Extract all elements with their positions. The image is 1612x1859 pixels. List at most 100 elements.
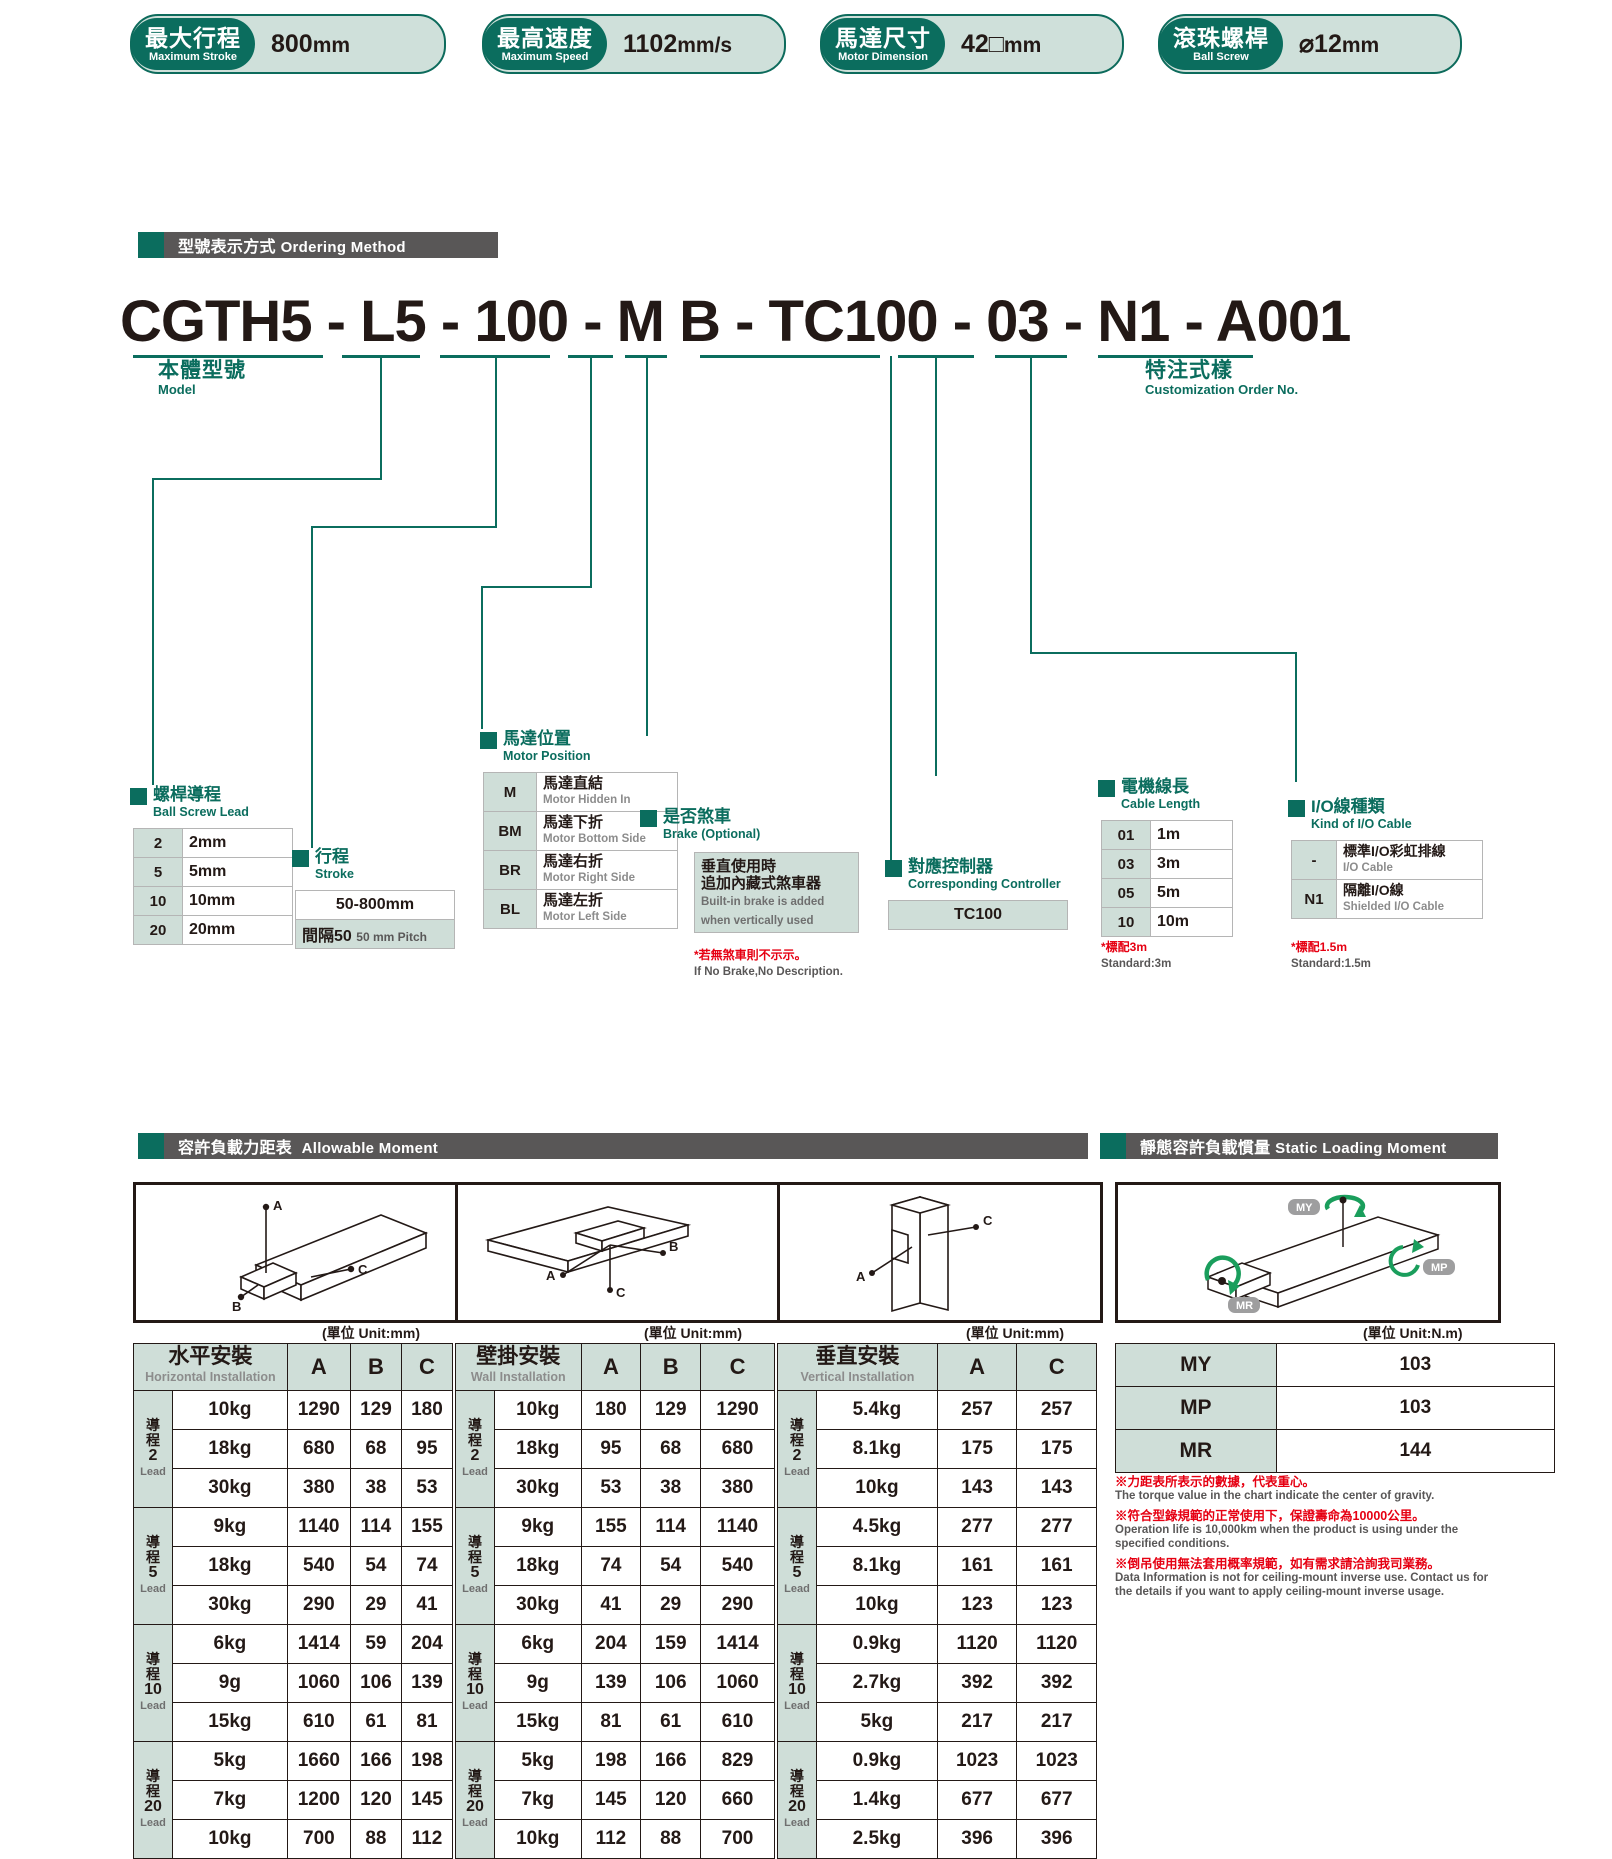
code-underline-model: [133, 355, 323, 358]
option-row: 10 10m: [1101, 907, 1233, 937]
moment-value: 161: [936, 1546, 1018, 1586]
load-weight: 30kg: [494, 1585, 582, 1625]
badge-cn-label: 滾珠螺桿: [1173, 24, 1269, 51]
lead-group-label: 導程 20 Lead: [455, 1741, 495, 1859]
table-row: 7kg 145 120 660: [456, 1780, 775, 1820]
moment-value: 106: [640, 1663, 702, 1703]
option-value: 5m: [1150, 878, 1233, 908]
unit-label-horizontal: (單位 Unit:mm): [322, 1325, 420, 1341]
table-column-header: C: [1016, 1343, 1097, 1391]
moment-value: 139: [400, 1663, 454, 1703]
badge-value: ⌀12mm: [1299, 30, 1380, 58]
table-row: MR 144: [1115, 1429, 1556, 1473]
option-row: BR 馬達右折 Motor Right Side: [483, 850, 678, 890]
moment-value: 392: [1016, 1663, 1097, 1703]
section-title-allowable: 容許負載力距表 Allowable Moment: [178, 1140, 439, 1157]
option-key: 05: [1101, 878, 1151, 908]
brake-note-gray: If No Brake,No Description.: [694, 966, 843, 978]
moment-value: 166: [640, 1741, 702, 1781]
load-weight: 10kg: [494, 1390, 582, 1430]
lead-group-label: 導程 10 Lead: [777, 1624, 817, 1742]
load-weight: 30kg: [172, 1468, 288, 1508]
leader-line-stroke-v2: [311, 526, 313, 848]
table-row: 2.7kg 392 392: [778, 1663, 1097, 1703]
io-note-red: *標配1.5m: [1291, 940, 1348, 954]
moment-value: 54: [640, 1546, 702, 1586]
load-weight: 18kg: [172, 1546, 288, 1586]
label-customization-en: Customization Order No.: [1145, 382, 1299, 397]
table-row: 導程 10 Lead 6kg 1414 59 204: [133, 1624, 454, 1742]
table-header-title: 垂直安裝 Vertical Installation: [777, 1343, 938, 1391]
tag-io-cable-en: Kind of I/O Cable: [1311, 817, 1412, 831]
lead-group-label: 導程 10 Lead: [455, 1624, 495, 1742]
load-weight: 6kg: [172, 1624, 288, 1664]
moment-value: 257: [1016, 1390, 1097, 1430]
moment-value: 74: [400, 1546, 454, 1586]
load-weight: 5kg: [816, 1702, 938, 1742]
option-value: 20mm: [182, 915, 293, 945]
load-weight: 9kg: [494, 1507, 582, 1547]
table-column-header: A: [936, 1343, 1018, 1391]
badge-maximum-stroke: 最大行程 Maximum Stroke 800mm: [130, 14, 446, 74]
load-weight: 1.4kg: [816, 1780, 938, 1820]
load-weight: 15kg: [172, 1702, 288, 1742]
static-loading-footnotes: ※力距表所表示的數據，代表重心。 The torque value in the …: [1115, 1475, 1495, 1605]
moment-value: 610: [700, 1702, 775, 1742]
table-row: 9g 139 106 1060: [456, 1663, 775, 1703]
tag-marker-icon: [1098, 780, 1115, 797]
leader-line-lead-v2: [152, 478, 154, 785]
table-row: 導程 5 Lead 4.5kg 277 277: [777, 1507, 1097, 1625]
table-row: 8.1kg 175 175: [778, 1429, 1097, 1469]
table-header-row: 水平安裝 Horizontal Installation A B C: [133, 1343, 454, 1391]
diagram-static-loading: MY MP MR: [1115, 1182, 1501, 1323]
tag-brake: 是否煞車 Brake (Optional): [640, 808, 760, 841]
option-key: M: [483, 772, 537, 812]
table-row: MP 103: [1115, 1386, 1556, 1430]
load-weight: 18kg: [494, 1429, 582, 1469]
moment-value: 217: [936, 1702, 1018, 1742]
moment-value: 290: [700, 1585, 775, 1625]
moment-value: 677: [1016, 1780, 1097, 1820]
label-model: 本體型號 Model: [158, 360, 246, 398]
leader-line-io-v2: [1295, 652, 1297, 782]
moment-name: MP: [1115, 1386, 1277, 1430]
option-value: 馬達左折 Motor Left Side: [536, 889, 678, 929]
badge-en-label: Maximum Stroke: [148, 50, 238, 63]
tag-stroke-cn: 行程: [315, 847, 349, 866]
tag-marker-icon: [292, 850, 309, 867]
unit-label-vertical: (單位 Unit:mm): [966, 1325, 1064, 1341]
table-row: 10kg 143 143: [778, 1468, 1097, 1508]
moment-value: 61: [349, 1702, 402, 1742]
option-row: 20 20mm: [133, 915, 293, 945]
table-vertical-installation: 垂直安裝 Vertical Installation A C 導程 2 Lead 5.4kg 2…: [777, 1343, 1097, 1859]
moment-value: 159: [640, 1624, 702, 1664]
moment-value: 81: [400, 1702, 454, 1742]
svg-text:MY: MY: [1296, 1202, 1313, 1214]
tag-cable-length: 電機線長 Cable Length: [1098, 778, 1200, 811]
option-value: 隔離I/O線 Shielded I/O Cable: [1336, 879, 1483, 919]
moment-value: 1120: [936, 1624, 1018, 1664]
unit-label-wall: (單位 Unit:mm): [644, 1325, 742, 1341]
load-weight: 4.5kg: [816, 1507, 938, 1547]
table-row: 導程 2 Lead 5.4kg 257 257: [777, 1390, 1097, 1508]
moment-value: 155: [400, 1507, 454, 1547]
table-row: 導程 20 Lead 0.9kg 1023 1023: [777, 1741, 1097, 1859]
moment-value: 68: [640, 1429, 702, 1469]
option-table-controller: TC100: [888, 900, 1068, 930]
load-weight: 10kg: [172, 1390, 288, 1430]
option-value: 2mm: [182, 828, 293, 858]
moment-value: 145: [580, 1780, 642, 1820]
table-row: 5kg 217 217: [778, 1702, 1097, 1742]
option-table-stroke: 50-800mm 間隔50 50 mm Pitch: [295, 890, 455, 949]
option-table-brake: 垂直使用時 追加內藏式煞車器 Built-in brake is added w…: [694, 852, 859, 933]
section-marker-icon: [138, 1133, 164, 1159]
badge-value: 800mm: [271, 29, 351, 58]
option-row: M 馬達直結 Motor Hidden In: [483, 772, 678, 812]
load-weight: 6kg: [494, 1624, 582, 1664]
svg-text:C: C: [358, 1262, 368, 1277]
load-weight: 2.5kg: [816, 1819, 938, 1859]
table-header-row: 壁掛安裝 Wall Installation A B C: [455, 1343, 775, 1391]
section-title-ordering: 型號表示方式 Ordering Method: [178, 239, 406, 256]
table-row: 30kg 290 29 41: [134, 1585, 454, 1625]
moment-value: 204: [400, 1624, 454, 1664]
